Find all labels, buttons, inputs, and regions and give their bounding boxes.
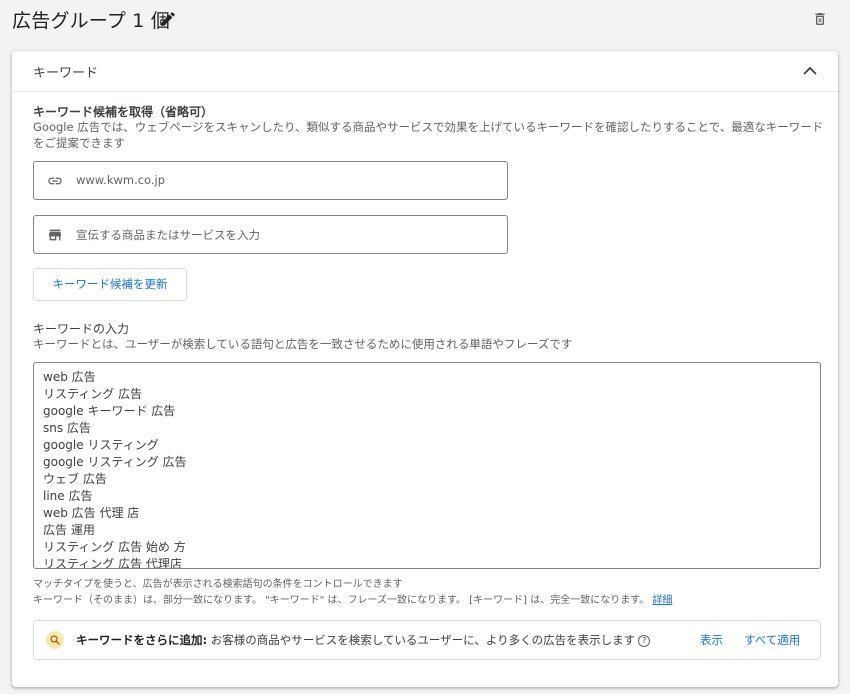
keyword-line: 広告 運用	[43, 523, 95, 537]
match-type-hint-1: マッチタイプを使うと、広告が表示される検索語句の条件をコントロールできます	[33, 579, 403, 590]
link-icon	[48, 177, 62, 185]
show-button[interactable]: 表示	[700, 632, 723, 648]
keyword-card-header[interactable]: キーワード	[12, 51, 838, 92]
keyword-line: ウェブ 広告	[43, 472, 107, 486]
product-service-field[interactable]: 宣伝する商品またはサービスを入力	[33, 215, 508, 254]
website-url-value: www.kwm.co.jp	[76, 173, 166, 187]
keyword-input-description: キーワードとは、ユーザーが検索している語句と広告を一致させるために使用される単語…	[33, 337, 573, 351]
match-type-hint-text: キーワード（そのまま）は、部分一致になります。 "キーワード" は、フレーズ一致…	[33, 595, 650, 606]
keyword-card: キーワード キーワード候補を取得（省略可） Google 広告では、ウェブページ…	[12, 51, 838, 687]
help-icon[interactable]: ?	[638, 634, 651, 647]
refresh-keyword-suggestions-button[interactable]: キーワード候補を更新	[33, 268, 187, 301]
website-url-field[interactable]: www.kwm.co.jp	[33, 161, 508, 200]
top-bar: 広告グループ 1 個	[0, 0, 850, 40]
store-icon	[49, 229, 61, 241]
keyword-textarea[interactable]: web 広告 リスティング 広告 google キーワード 広告 sns 広告 …	[33, 362, 821, 569]
chevron-up-icon[interactable]	[802, 64, 818, 76]
card-header-label: キーワード	[33, 66, 99, 81]
keyword-line: web 広告	[43, 370, 96, 384]
suggest-section-title: キーワード候補を取得（省略可）	[33, 105, 214, 119]
keyword-line: sns 広告	[43, 421, 91, 435]
edit-pencil-icon[interactable]	[159, 10, 177, 28]
banner-message: キーワードをさらに追加: お客様の商品やサービスを検索しているユーザーに、より多…	[76, 632, 651, 648]
keyword-line: リスティング 広告 代理店	[43, 557, 182, 569]
keyword-line: google リスティング	[43, 438, 159, 452]
keyword-line: web 広告 代理 店	[43, 506, 140, 520]
keyword-line: google キーワード 広告	[43, 404, 176, 418]
keyword-input-title: キーワードの入力	[33, 322, 130, 336]
keyword-list: web 広告 リスティング 広告 google キーワード 広告 sns 広告 …	[43, 369, 187, 569]
details-link[interactable]: 詳細	[652, 595, 672, 606]
match-type-hint-2: キーワード（そのまま）は、部分一致になります。 "キーワード" は、フレーズ一致…	[33, 591, 672, 606]
delete-trash-icon[interactable]	[812, 10, 828, 28]
banner-text: お客様の商品やサービスを検索しているユーザーに、より多くの広告を表示します	[207, 633, 636, 647]
suggest-section-description-1: Google 広告では、ウェブページをスキャンしたり、類似する商品やサービスで効…	[33, 120, 824, 134]
keyword-line: リスティング 広告	[43, 387, 143, 401]
keyword-line: リスティング 広告 始め 方	[43, 540, 186, 554]
suggest-section-description-2: をご提案できます	[33, 136, 125, 150]
add-more-keywords-banner: キーワードをさらに追加: お客様の商品やサービスを検索しているユーザーに、より多…	[33, 620, 821, 660]
banner-bold-text: キーワードをさらに追加:	[76, 633, 208, 647]
keyword-line: line 広告	[43, 489, 93, 503]
apply-all-button[interactable]: すべて適用	[744, 632, 800, 648]
keyword-line: google リスティング 広告	[43, 455, 187, 469]
page-title: 広告グループ 1 個	[12, 10, 171, 32]
product-service-placeholder: 宣伝する商品またはサービスを入力	[76, 228, 260, 242]
search-icon	[50, 635, 60, 645]
search-badge	[46, 631, 64, 649]
